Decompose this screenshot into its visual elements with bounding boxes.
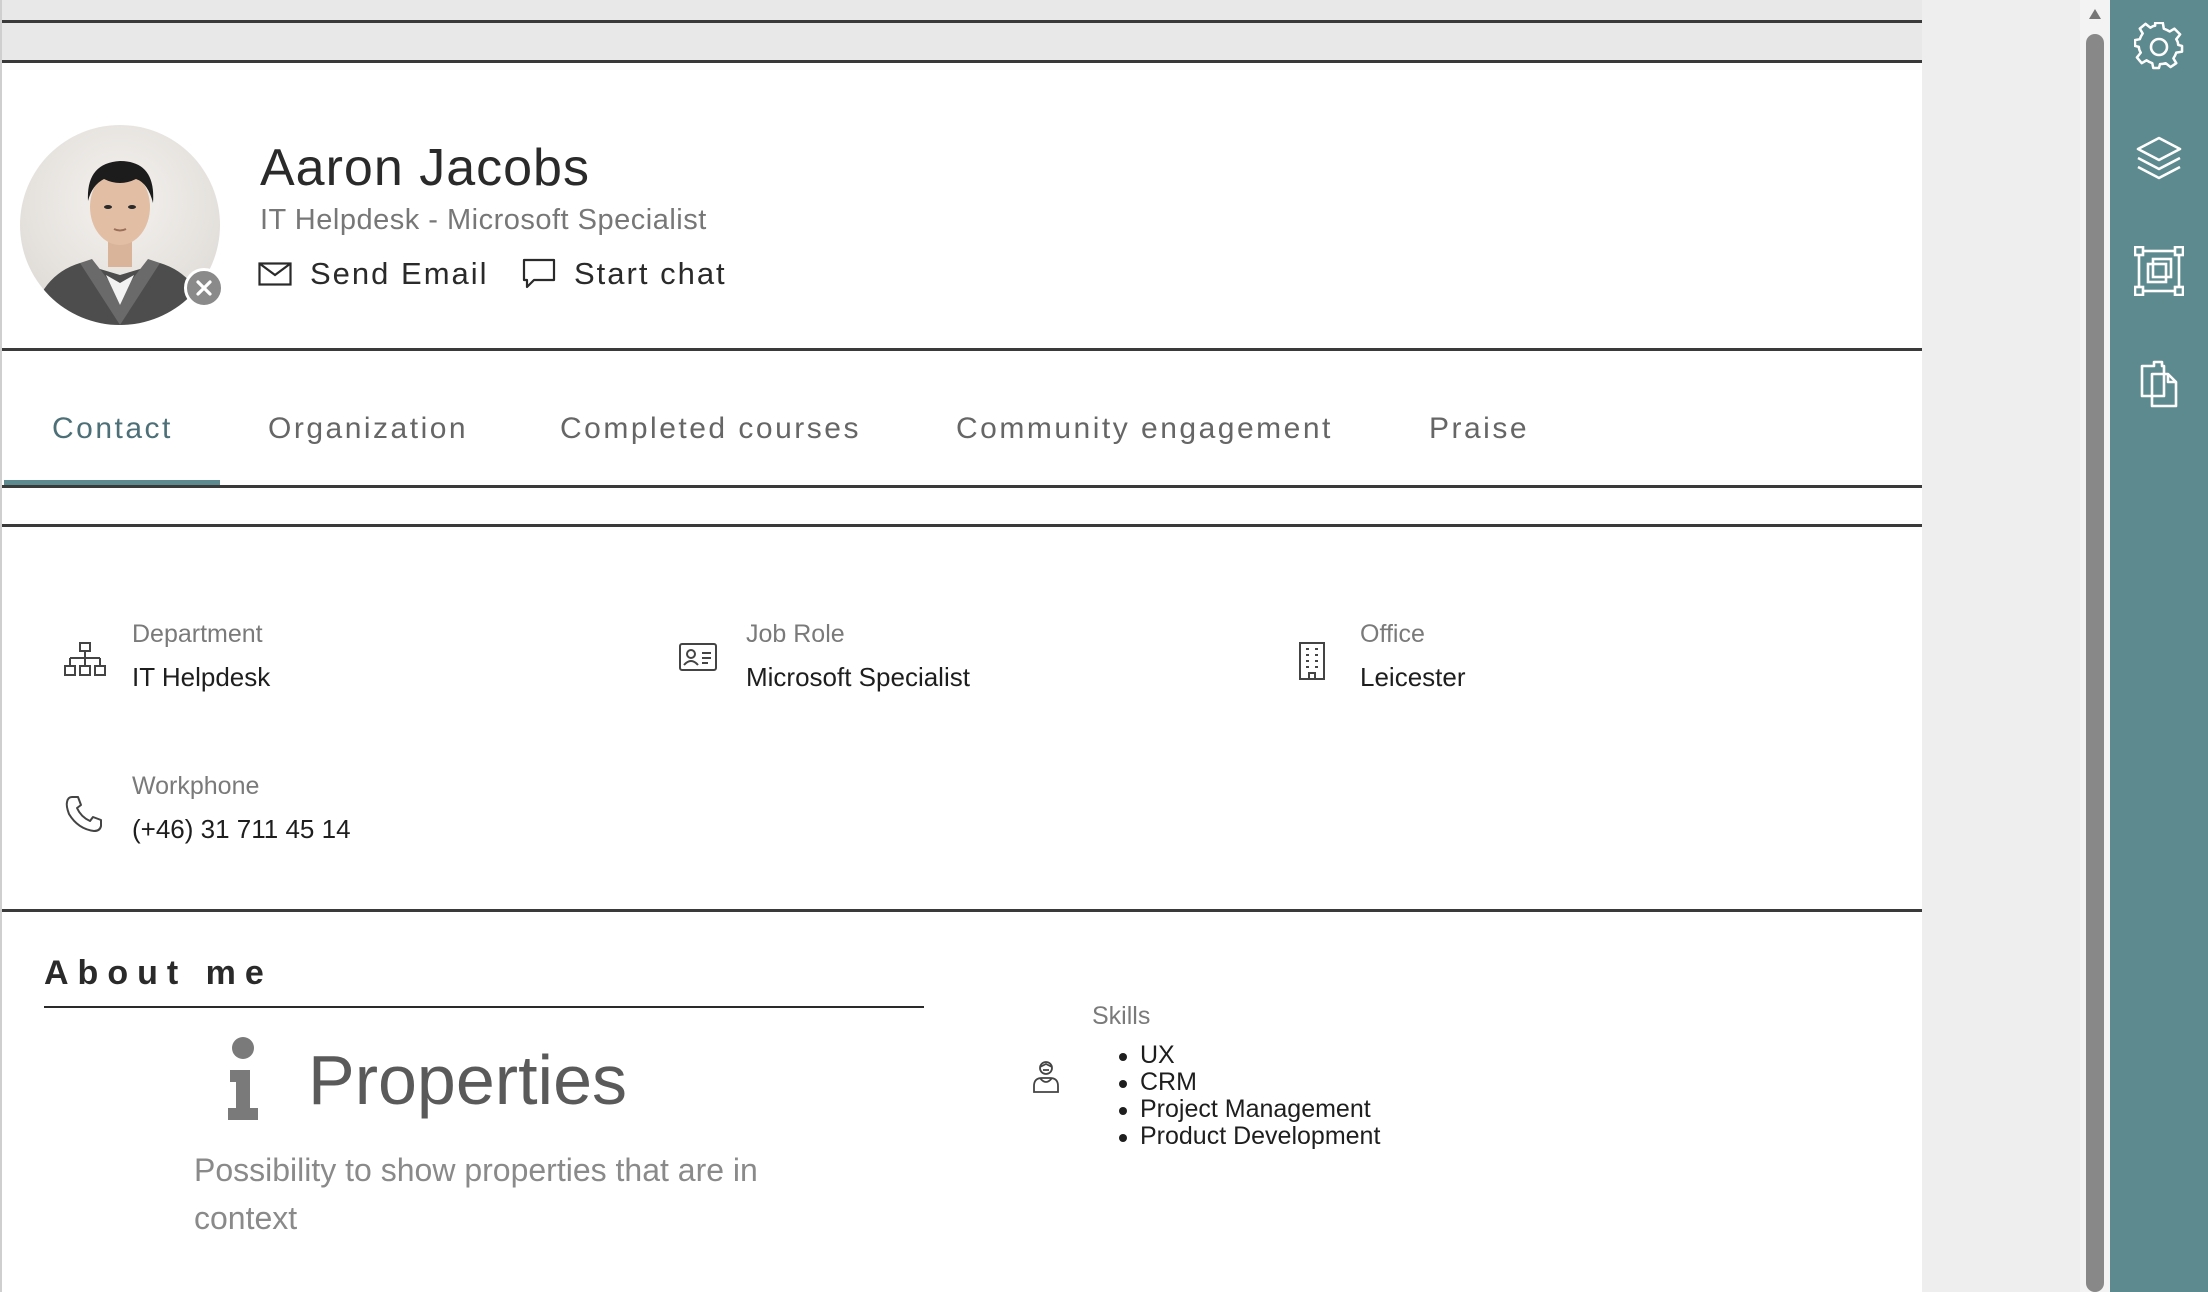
tab-bar: Contact Organization Completed courses C… — [2, 352, 1924, 488]
tab-contact[interactable]: Contact — [52, 412, 173, 446]
job-role-label: Job Role — [746, 620, 845, 648]
scrollbar-thumb[interactable] — [2086, 34, 2104, 1292]
divider — [2, 909, 1924, 912]
office-label: Office — [1360, 620, 1425, 648]
profile-name: Aaron Jacobs — [260, 139, 590, 197]
layers-button[interactable] — [2132, 132, 2186, 186]
department-value: IT Helpdesk — [132, 662, 271, 692]
send-email-button[interactable]: Send Email — [258, 252, 489, 296]
skills-list: UX CRM Project Management Product Develo… — [1118, 1042, 1381, 1150]
divider — [2, 60, 1924, 63]
clipboard-button[interactable] — [2132, 356, 2186, 410]
id-card-icon — [679, 643, 717, 671]
properties-title: Properties — [308, 1041, 628, 1119]
settings-button[interactable] — [2132, 20, 2186, 74]
skills-label: Skills — [1092, 1002, 1151, 1030]
tab-community-engagement[interactable]: Community engagement — [956, 412, 1333, 446]
close-icon — [196, 280, 212, 296]
department-label: Department — [132, 620, 263, 648]
frame-select-button[interactable] — [2132, 244, 2186, 298]
phone-icon — [65, 796, 102, 832]
about-me-underline — [44, 1006, 924, 1008]
org-chart-icon — [64, 642, 106, 676]
clipboard-copy-icon — [2140, 360, 2178, 408]
chat-bubble-icon — [522, 258, 556, 289]
about-me-heading: About me — [44, 954, 273, 992]
info-icon — [228, 1037, 258, 1120]
tab-praise[interactable]: Praise — [1429, 412, 1529, 446]
workphone-value[interactable]: (+46) 31 711 45 14 — [132, 814, 351, 845]
skill-item: CRM — [1118, 1069, 1380, 1096]
remove-photo-button[interactable] — [184, 268, 224, 308]
frame-select-icon — [2134, 246, 2184, 296]
skill-item: Product Development — [1118, 1122, 1381, 1150]
layers-icon — [2136, 136, 2182, 180]
side-gutter — [1922, 0, 2080, 1292]
building-icon — [1299, 642, 1325, 680]
skill-item: UX — [1118, 1042, 1380, 1069]
gear-icon — [2134, 22, 2184, 70]
skill-item: Project Management — [1118, 1096, 1380, 1123]
send-email-label: Send Email — [310, 256, 489, 291]
skills-icon — [1033, 1061, 1059, 1093]
divider — [2, 348, 1924, 351]
office-value: Leicester — [1360, 662, 1466, 692]
start-chat-button[interactable]: Start chat — [522, 252, 727, 296]
tool-rail — [2110, 0, 2208, 1292]
start-chat-label: Start chat — [574, 256, 727, 291]
properties-description: Possibility to show properties that are … — [194, 1152, 758, 1236]
profile-title: IT Helpdesk - Microsoft Specialist — [260, 204, 707, 236]
top-band — [2, 0, 1924, 62]
profile-page: Aaron Jacobs IT Helpdesk - Microsoft Spe… — [0, 0, 1924, 1292]
workphone-label: Workphone — [132, 772, 260, 800]
tab-completed-courses[interactable]: Completed courses — [560, 412, 861, 446]
envelope-icon — [258, 262, 292, 286]
scroll-up-arrow-icon[interactable] — [2085, 4, 2105, 24]
job-role-value: Microsoft Specialist — [746, 662, 970, 692]
divider — [2, 20, 1924, 23]
tab-organization[interactable]: Organization — [268, 412, 468, 446]
divider — [2, 524, 1924, 527]
divider — [2, 485, 1924, 488]
